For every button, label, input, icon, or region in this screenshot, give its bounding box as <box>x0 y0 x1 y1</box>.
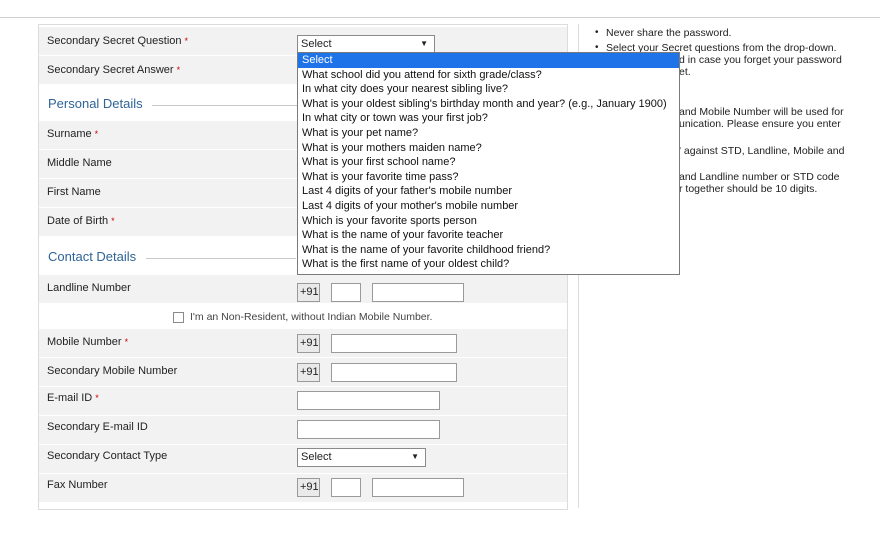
dropdown-option[interactable]: Last 4 digits of your mother's mobile nu… <box>298 199 679 214</box>
fax-label: Fax Number <box>47 479 108 491</box>
note-line: et. <box>679 66 691 78</box>
secondary-mobile-input[interactable] <box>331 363 457 382</box>
landline-number-input[interactable] <box>372 283 464 302</box>
dropdown-option[interactable]: What is the first name of your oldest ch… <box>298 257 679 272</box>
dropdown-option[interactable]: Select <box>298 53 679 68</box>
mobile-label: Mobile Number * <box>47 336 129 348</box>
top-divider <box>0 17 880 18</box>
middle-name-label: Middle Name <box>47 157 112 169</box>
secret-question-dropdown-list: Select What school did you attend for si… <box>297 52 680 275</box>
mobile-number-input[interactable] <box>331 334 457 353</box>
dropdown-option[interactable]: Which is your favorite sports person <box>298 214 679 229</box>
email-input[interactable] <box>297 391 440 410</box>
fax-country-code: +91 <box>297 478 320 497</box>
chevron-down-icon: ▼ <box>411 452 419 461</box>
secondary-secret-question-label: Secondary Secret Question * <box>47 35 189 47</box>
secondary-secret-question-select[interactable]: Select ▼ <box>297 35 435 53</box>
row-fax: Fax Number +91 <box>39 474 567 503</box>
chevron-down-icon: ▼ <box>420 39 428 48</box>
dropdown-option[interactable]: What is the name of your favorite teache… <box>298 228 679 243</box>
row-landline: Landline Number +91 <box>39 275 567 304</box>
landline-label: Landline Number <box>47 282 131 294</box>
mobile-country-code: +91 <box>297 334 320 353</box>
first-name-label: First Name <box>47 186 101 198</box>
dropdown-option[interactable]: What is your oldest sibling's birthday m… <box>298 97 679 112</box>
secondary-email-input[interactable] <box>297 420 440 439</box>
row-non-resident: I'm an Non-Resident, without Indian Mobi… <box>39 305 567 330</box>
dropdown-option[interactable]: What is your first school name? <box>298 155 679 170</box>
secondary-email-label: Secondary E-mail ID <box>47 421 148 433</box>
secondary-mobile-country-code: +91 <box>297 363 320 382</box>
row-email: E-mail ID * <box>39 387 567 416</box>
section-divider <box>152 105 302 106</box>
email-label: E-mail ID * <box>47 392 99 404</box>
personal-details-heading: Personal Details <box>48 96 143 111</box>
note-line: Never share the password. <box>606 27 732 39</box>
secondary-contact-type-select[interactable]: Select ▼ <box>297 448 426 467</box>
non-resident-checkbox[interactable] <box>173 312 184 323</box>
bullet: • <box>595 27 599 38</box>
dropdown-option[interactable]: In what city does your nearest sibling l… <box>298 82 679 97</box>
fax-number-input[interactable] <box>372 478 464 497</box>
note-line: ' against STD, Landline, Mobile and <box>679 145 845 157</box>
row-mobile: Mobile Number * +91 <box>39 329 567 358</box>
dropdown-option[interactable]: Last 4 digits of your father's mobile nu… <box>298 184 679 199</box>
contact-details-heading: Contact Details <box>48 249 137 264</box>
section-divider <box>146 258 296 259</box>
row-secondary-mobile: Secondary Mobile Number +91 <box>39 358 567 387</box>
note-line: and Landline number or STD code <box>679 171 840 183</box>
non-resident-label: I'm an Non-Resident, without Indian Mobi… <box>190 311 433 323</box>
note-line: r together should be 10 digits. <box>679 183 818 195</box>
secondary-secret-answer-label: Secondary Secret Answer * <box>47 64 181 76</box>
fax-std-input[interactable] <box>331 478 361 497</box>
row-secondary-email: Secondary E-mail ID <box>39 416 567 445</box>
note-line: and Mobile Number will be used for <box>679 106 844 118</box>
landline-country-code: +91 <box>297 283 320 302</box>
dropdown-option[interactable]: In what city or town was your first job? <box>298 111 679 126</box>
note-line: unication. Please ensure you enter <box>679 118 841 130</box>
landline-std-input[interactable] <box>331 283 361 302</box>
date-of-birth-label: Date of Birth * <box>47 215 115 227</box>
dropdown-option[interactable]: What school did you attend for sixth gra… <box>298 68 679 83</box>
dropdown-option[interactable]: What is the name of your favorite childh… <box>298 243 679 258</box>
dropdown-option[interactable]: What is your pet name? <box>298 126 679 141</box>
secondary-mobile-label: Secondary Mobile Number <box>47 365 178 377</box>
row-secondary-contact-type: Secondary Contact Type Select ▼ <box>39 445 567 474</box>
note-line: d in case you forget your password <box>679 54 842 66</box>
dropdown-option[interactable]: What is your mothers maiden name? <box>298 141 679 156</box>
surname-label: Surname * <box>47 128 99 140</box>
dropdown-option[interactable]: What is your favorite time pass? <box>298 170 679 185</box>
secondary-contact-type-label: Secondary Contact Type <box>47 450 168 462</box>
